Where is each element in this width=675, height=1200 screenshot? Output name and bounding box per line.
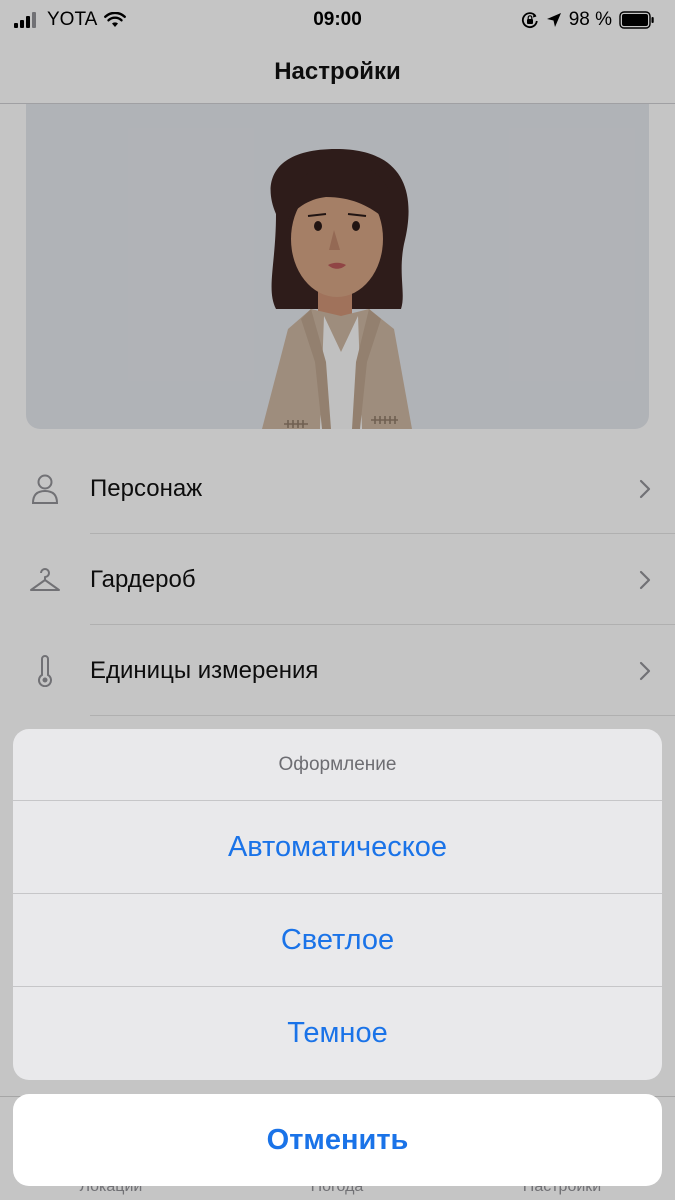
action-sheet: Оформление Автоматическое Светлое Темное xyxy=(13,729,662,1080)
action-sheet-title: Оформление xyxy=(13,729,662,801)
option-light[interactable]: Светлое xyxy=(13,894,662,987)
cancel-button[interactable]: Отменить xyxy=(13,1094,662,1186)
option-dark[interactable]: Темное xyxy=(13,987,662,1080)
option-automatic[interactable]: Автоматическое xyxy=(13,801,662,894)
